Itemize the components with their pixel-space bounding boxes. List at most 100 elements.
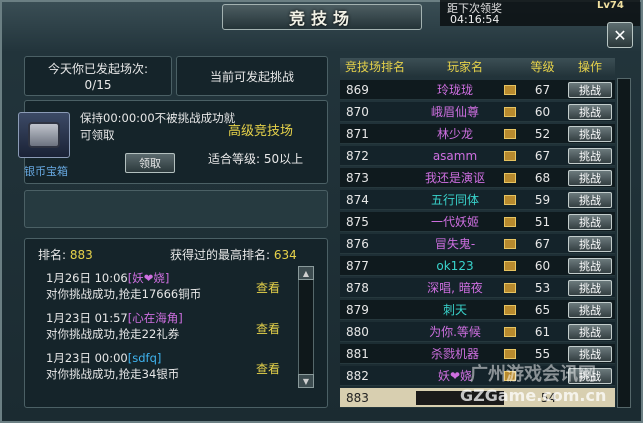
view-link[interactable]: 查看 — [256, 320, 280, 337]
row-level: 65 — [534, 302, 551, 317]
row-level: 67 — [534, 82, 551, 97]
challenge-button[interactable]: 挑战 — [568, 323, 612, 340]
row-rank: 874 — [346, 192, 369, 207]
row-level: 68 — [534, 170, 551, 185]
log-entry: 1月23日 00:00[sdfq] 对你挑战成功,抢走34银币 — [46, 350, 286, 382]
rank-value: 883 — [69, 248, 93, 262]
table-row: 870 峨眉仙尊 60 挑战 — [340, 102, 615, 122]
log-scrollbar[interactable] — [298, 266, 314, 388]
row-player-name[interactable]: 刺天 — [410, 301, 500, 318]
row-player-name[interactable]: 深唱, 暗夜 — [410, 279, 500, 296]
row-action: 挑战 — [565, 323, 615, 340]
row-player-name[interactable]: 玲珑珑 — [410, 81, 500, 98]
table-scrollbar[interactable] — [617, 78, 631, 408]
view-link[interactable]: 查看 — [256, 279, 280, 296]
row-player-name[interactable]: 峨眉仙尊 — [410, 103, 500, 120]
table-row: 873 我还是演讴 68 挑战 — [340, 168, 615, 188]
challenge-button[interactable]: 挑战 — [568, 301, 612, 318]
table-row: 878 深唱, 暗夜 53 挑战 — [340, 278, 615, 298]
rank-label: 排名: — [38, 248, 67, 262]
log-text: 对你挑战成功,抢走34银币 — [46, 367, 180, 381]
row-player-name[interactable]: asamm — [410, 149, 500, 163]
log-text: 对你挑战成功,抢走17666铜币 — [46, 287, 202, 301]
row-player-name[interactable]: ok123 — [410, 259, 500, 273]
empty-info-panel — [24, 190, 328, 228]
claim-button[interactable]: 领取 — [125, 153, 175, 173]
row-player-name[interactable]: 冒失鬼- — [410, 235, 500, 252]
best-rank-label: 获得过的最高排名: — [170, 248, 271, 262]
chest-description: 保持00:00:00不被挑战成功就可领取 — [80, 111, 236, 142]
row-level: 60 — [534, 104, 551, 119]
gift-icon — [500, 282, 520, 293]
row-action: 挑战 — [565, 257, 615, 274]
header-player: 玩家名 — [446, 60, 483, 74]
row-action: 挑战 — [565, 235, 615, 252]
self-rank: 883 — [346, 390, 369, 405]
current-rank: 排名: 883 — [38, 246, 93, 263]
challenge-button[interactable]: 挑战 — [568, 279, 612, 296]
challenge-button[interactable]: 挑战 — [568, 213, 612, 230]
challenge-button[interactable]: 挑战 — [568, 169, 612, 186]
watermark-url: GZGame.com.cn — [460, 386, 607, 405]
gift-icon — [500, 304, 520, 315]
row-rank: 871 — [346, 126, 369, 141]
table-header: 竞技场排名 玩家名 等级 操作 — [340, 58, 615, 76]
window-title-plate: 竞技场 — [222, 4, 422, 30]
row-action: 挑战 — [565, 169, 615, 186]
row-rank: 876 — [346, 236, 369, 251]
row-player-name[interactable]: 林少龙 — [410, 125, 500, 142]
challenge-count-label: 今天你已发起场次: — [47, 62, 149, 76]
row-player-name[interactable]: 我还是演讴 — [410, 169, 500, 186]
scroll-up-icon[interactable]: ▲ — [298, 266, 314, 280]
log-entry: 1月26日 10:06[妖❤娆] 对你挑战成功,抢走17666铜币 — [46, 270, 286, 302]
table-row: 874 五行同体 59 挑战 — [340, 190, 615, 210]
challenge-button[interactable]: 挑战 — [568, 125, 612, 142]
row-rank: 872 — [346, 148, 369, 163]
row-player-name[interactable]: 五行同体 — [410, 191, 500, 208]
challenge-button[interactable]: 挑战 — [568, 147, 612, 164]
row-rank: 870 — [346, 104, 369, 119]
view-link[interactable]: 查看 — [256, 360, 280, 377]
log-player-name: [妖❤娆] — [127, 271, 170, 285]
row-rank: 881 — [346, 346, 369, 361]
scroll-down-icon[interactable]: ▼ — [298, 374, 314, 388]
row-level: 60 — [534, 258, 551, 273]
best-rank: 获得过的最高排名: 634 — [170, 246, 297, 263]
ranking-table: 竞技场排名 玩家名 等级 操作 869 玲珑珑 67 挑战 870 峨眉仙尊 60 挑战 871… — [340, 58, 615, 410]
challenge-button[interactable]: 挑战 — [568, 81, 612, 98]
log-player-name: [sdfq] — [127, 351, 162, 365]
row-action: 挑战 — [565, 279, 615, 296]
challenge-button[interactable]: 挑战 — [568, 257, 612, 274]
countdown-timer: 04:16:54 — [450, 13, 500, 26]
gift-icon — [500, 194, 520, 205]
gift-icon — [500, 172, 520, 183]
row-level: 52 — [534, 126, 551, 141]
log-time: 1月23日 01:57 — [46, 311, 128, 325]
row-action: 挑战 — [565, 147, 615, 164]
best-rank-value: 634 — [273, 248, 297, 262]
row-level: 55 — [534, 346, 551, 361]
close-button[interactable]: ✕ — [607, 22, 633, 48]
table-row: 879 刺天 65 挑战 — [340, 300, 615, 320]
challenge-count-value: 0/15 — [84, 78, 112, 92]
current-challenge-panel: 当前可发起挑战 — [176, 56, 328, 96]
row-action: 挑战 — [565, 301, 615, 318]
header-level: 等级 — [530, 60, 555, 74]
window-title: 竞技场 — [288, 9, 355, 28]
gift-icon — [500, 84, 520, 95]
row-rank: 882 — [346, 368, 369, 383]
header-action: 操作 — [577, 60, 602, 74]
chest-label: 银币宝箱 — [24, 165, 68, 178]
row-player-name[interactable]: 为你.等候 — [410, 323, 500, 340]
table-row: 877 ok123 60 挑战 — [340, 256, 615, 276]
current-challenge-label: 当前可发起挑战 — [209, 69, 294, 84]
row-rank: 869 — [346, 82, 369, 97]
challenge-count-panel: 今天你已发起场次: 0/15 — [24, 56, 172, 96]
challenge-button[interactable]: 挑战 — [568, 235, 612, 252]
challenge-button[interactable]: 挑战 — [568, 191, 612, 208]
row-rank: 879 — [346, 302, 369, 317]
row-level: 67 — [534, 236, 551, 251]
gift-icon — [500, 348, 520, 359]
row-player-name[interactable]: 一代妖姬 — [410, 213, 500, 230]
challenge-button[interactable]: 挑战 — [568, 103, 612, 120]
